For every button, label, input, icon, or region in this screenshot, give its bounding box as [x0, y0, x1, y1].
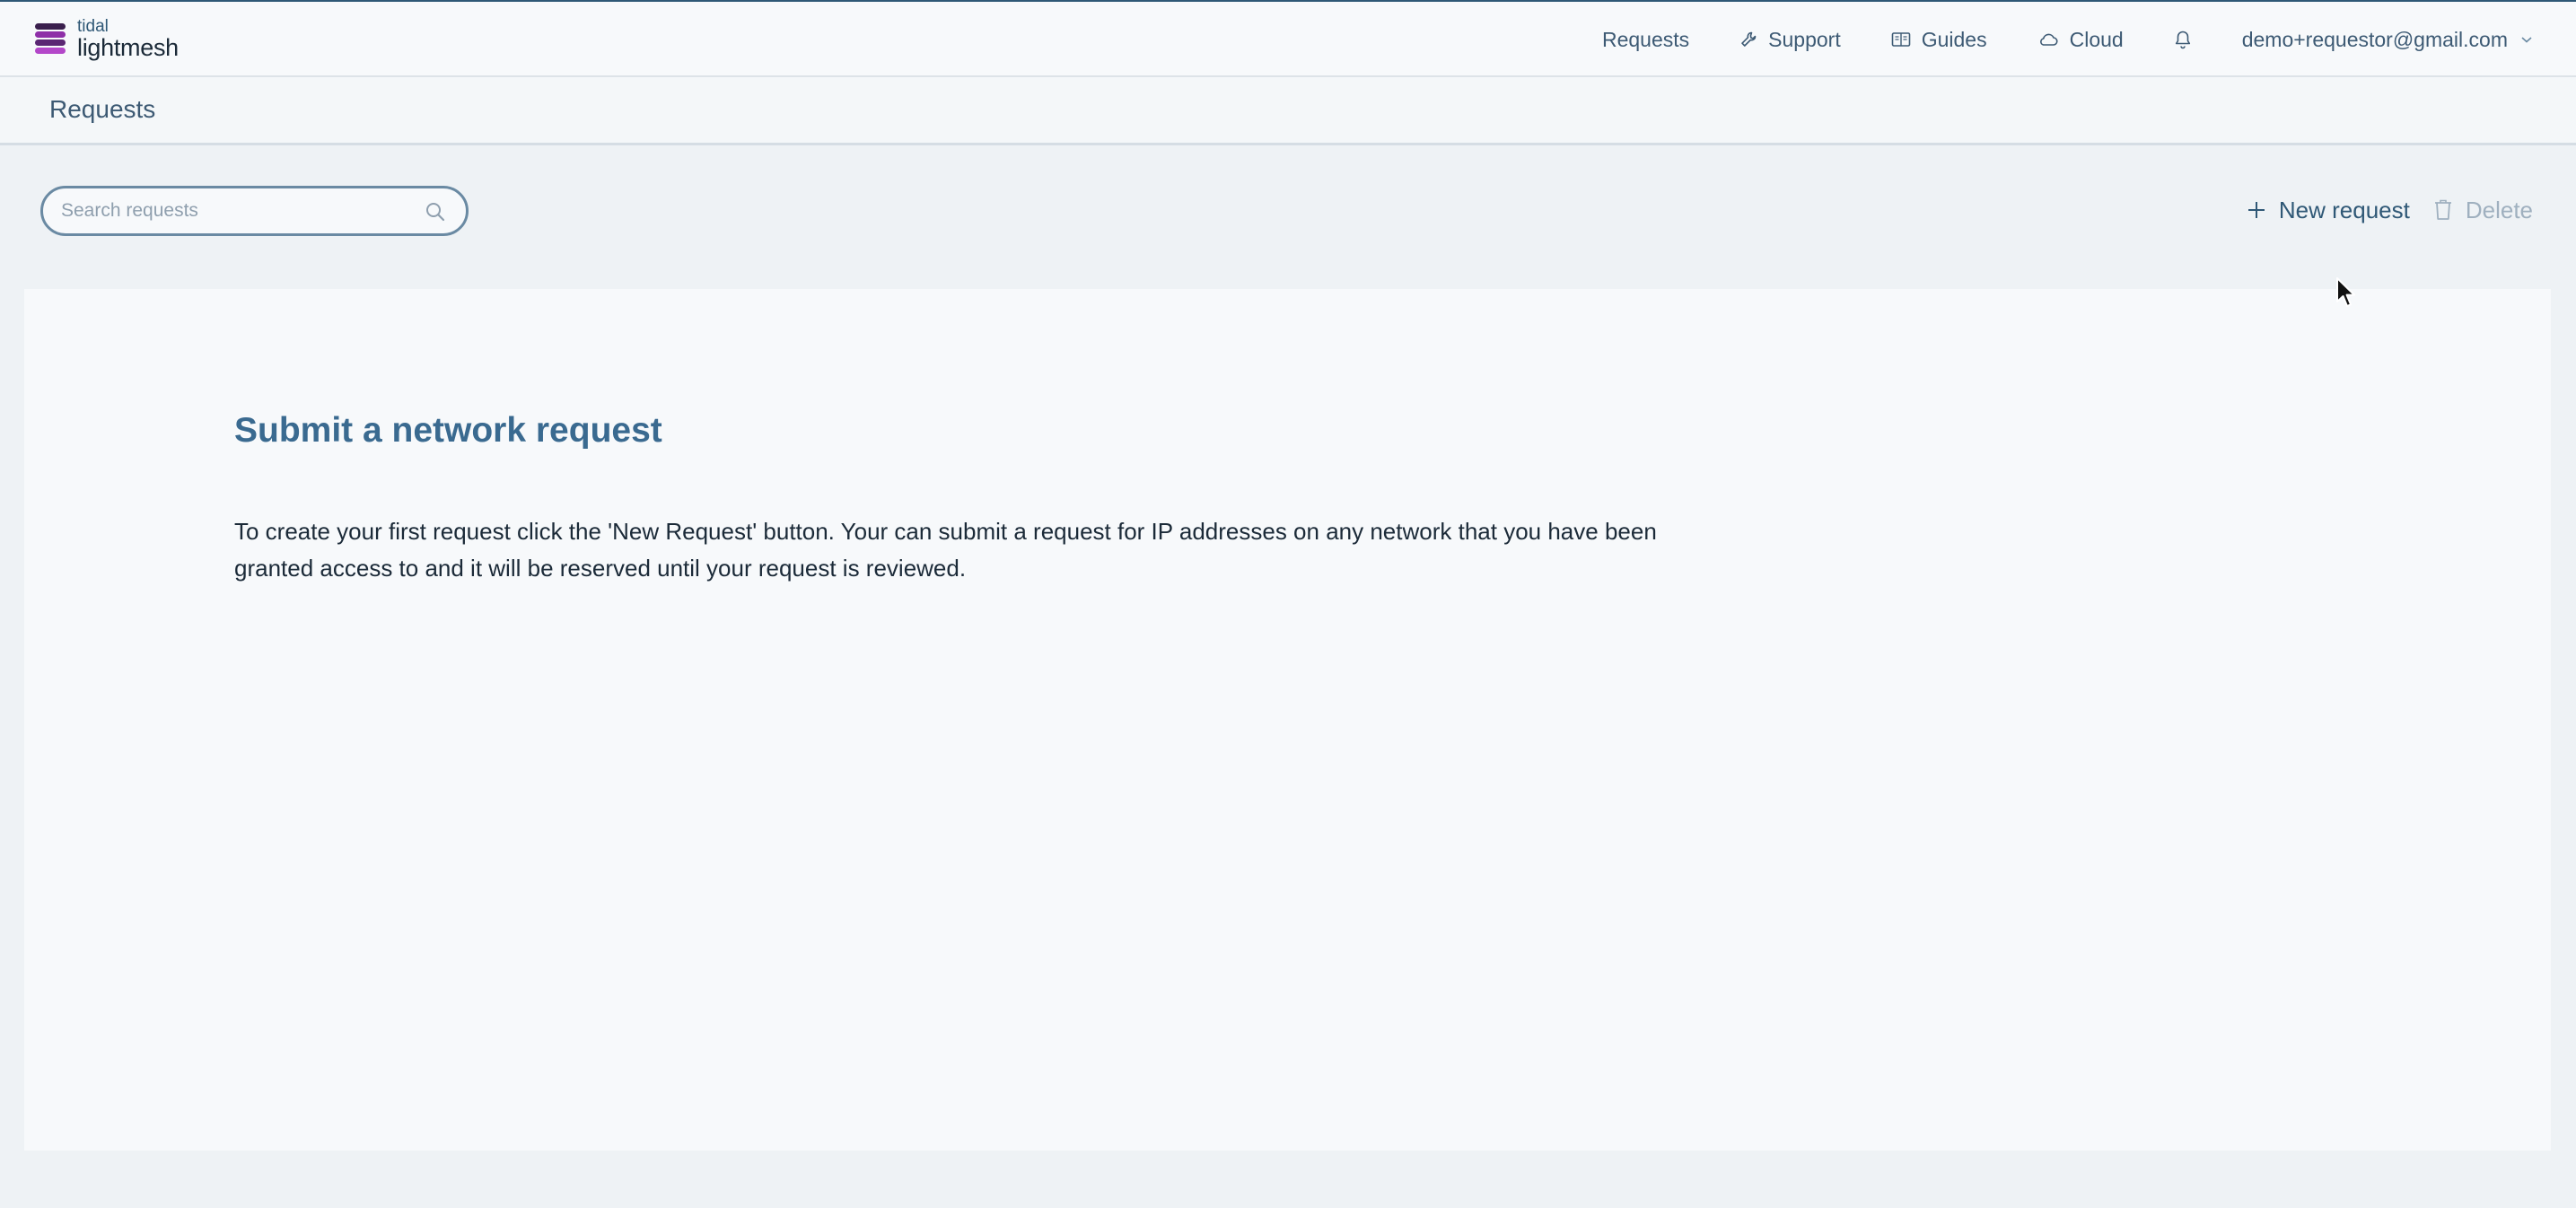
layered-stack-logo-icon — [35, 23, 66, 54]
logo-small-text: tidal — [77, 16, 109, 36]
nav-guides[interactable]: Guides — [1891, 28, 1987, 52]
trash-icon — [2434, 199, 2451, 220]
logo-big-text: lightmesh — [77, 33, 179, 61]
page-header: Requests — [0, 77, 2576, 145]
nav-cloud-label: Cloud — [2069, 27, 2124, 51]
user-menu[interactable]: demo+requestor@gmail.com — [2242, 28, 2533, 52]
toolbar: New request Delete — [2247, 192, 2533, 228]
nav-guides-label: Guides — [1921, 27, 1987, 51]
nav-cloud[interactable]: Cloud — [2037, 28, 2124, 52]
nav-support[interactable]: Support — [1739, 28, 1841, 52]
page-title: Requests — [49, 95, 156, 123]
wrench-icon — [1741, 31, 1757, 47]
top-navigation-bar: tidal lightmesh Requests Support Guides — [0, 0, 2576, 77]
delete-label: Delete — [2465, 196, 2533, 223]
nav-support-label: Support — [1768, 27, 1841, 51]
nav-requests-label: Requests — [1601, 27, 1690, 51]
search-box — [40, 186, 469, 236]
nav-notifications[interactable] — [2174, 30, 2192, 49]
new-request-label: New request — [2278, 196, 2410, 223]
chevron-down-icon — [2521, 37, 2532, 43]
empty-state-panel: Submit a network request To create your … — [24, 289, 2551, 1151]
plus-icon — [2247, 202, 2265, 218]
cloud-icon — [2039, 33, 2058, 46]
delete-button[interactable]: Delete — [2433, 197, 2533, 224]
new-request-button[interactable]: New request — [2247, 197, 2410, 224]
main-nav: Requests Support Guides Cloud demo+reque… — [1552, 2, 2533, 77]
bell-icon — [2175, 31, 2190, 49]
nav-requests[interactable]: Requests — [1602, 28, 1689, 52]
search-input[interactable] — [59, 188, 418, 233]
search-icon[interactable] — [425, 201, 446, 223]
empty-state-title: Submit a network request — [234, 411, 662, 450]
app-logo[interactable]: tidal lightmesh — [32, 18, 179, 59]
empty-state-description: To create your first request click the '… — [234, 518, 1657, 582]
mouse-cursor-icon — [2336, 277, 2355, 307]
user-email: demo+requestor@gmail.com — [2241, 27, 2508, 51]
book-icon — [1891, 32, 1911, 47]
logo-wordmark: tidal lightmesh — [77, 18, 179, 60]
